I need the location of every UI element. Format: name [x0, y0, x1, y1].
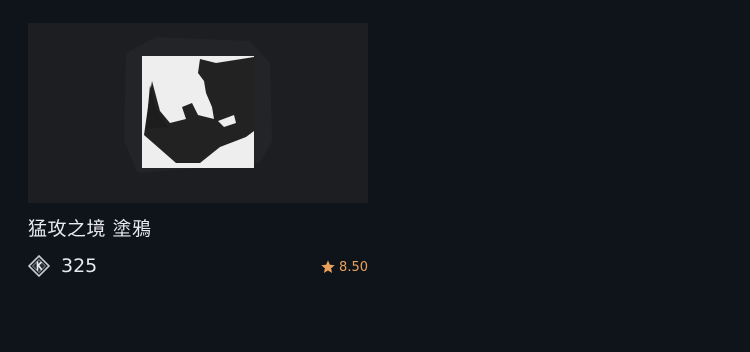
price-row: 325 [27, 254, 98, 278]
item-thumbnail[interactable] [28, 23, 368, 203]
coin-icon [27, 254, 51, 278]
star-icon [320, 259, 336, 275]
rhino-graffiti-image [124, 37, 272, 173]
item-rating: 8.50 [320, 259, 368, 275]
rating-value: 8.50 [339, 259, 368, 275]
item-card[interactable]: 猛攻之境 塗鴉 325 8.50 [27, 23, 368, 278]
item-title[interactable]: 猛攻之境 塗鴉 [28, 214, 152, 241]
item-price: 325 [61, 255, 98, 277]
